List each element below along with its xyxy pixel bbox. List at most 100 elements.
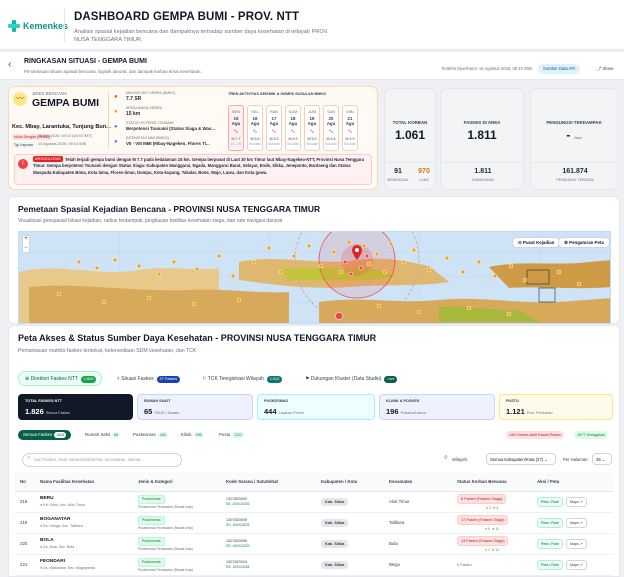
data-source-button[interactable]: Sumber Data API <box>538 64 581 74</box>
status-cell: 6 Pasien (Faskes Siaga) ● 2 ● 4 <box>452 491 532 513</box>
peta-rute-button[interactable]: Peta / Rute <box>537 538 563 549</box>
seismic-wave-icon: ∿ <box>252 129 258 135</box>
faskes-name[interactable]: FEONDARI <box>40 559 133 564</box>
column-header[interactable]: Kabupaten / Kota <box>316 473 384 492</box>
filter-4[interactable]: Klinik 196 <box>176 430 209 440</box>
column-header[interactable]: No <box>15 473 35 492</box>
aksi-cell: Peta / Rute Maps ↗ <box>532 491 613 513</box>
tab-2[interactable]: ⚕ Situasi Faskes 27 Faskes <box>110 371 186 386</box>
faskes-address-text: Ds. Kringa, Kec. Talibura <box>43 524 83 528</box>
day-name: RAB <box>269 109 279 114</box>
timeline-day[interactable]: SEN 15 Agu ∿ M 7.7 10 - 09 <box>228 105 244 151</box>
maps-button[interactable]: Maps ↗ <box>565 517 587 528</box>
kab-cell: Kab. Sikka <box>316 533 384 555</box>
faskes-card[interactable]: PUSTU 1.121 Pust. Pembantu <box>499 394 613 420</box>
faskes-card[interactable]: RUMAH SAKIT 65 RSUD / Swasta <box>137 394 253 420</box>
tab-icon: ⚑ <box>305 376 310 382</box>
column-header[interactable]: Aksi / Peta <box>532 473 613 492</box>
pusat-kejadian-button[interactable]: ⊙ Pusat Kejadian <box>512 237 561 248</box>
kode-cell: 1307820005 SS: 100024229 <box>221 533 316 555</box>
maps-button[interactable]: Maps ↗ <box>565 559 587 570</box>
filter-2[interactable]: Rumah Sakit 65 <box>80 430 126 440</box>
column-header[interactable]: Kode Sarana / SatuSehat <box>221 473 316 492</box>
stat-unit: Jiwa <box>573 135 582 140</box>
tab-1[interactable]: ⊕ Direktori Faskes NTT 1.826 <box>18 371 102 386</box>
pin-icon: ● <box>40 545 43 549</box>
report-date: 15 Agustus 2026, 09:10 WIB <box>38 142 87 146</box>
kabupaten-tag: Kab. Sikka <box>321 560 349 569</box>
target-icon: ⊙ <box>518 240 522 245</box>
wilayah-select[interactable]: Semua Kabupaten/Kota (27) ⌄ <box>486 453 556 465</box>
kategori-text: Puskesmas Perawatan (Rawat Inap) <box>138 546 194 551</box>
kabupaten-tag: Kab. Sikka <box>321 518 349 527</box>
faskes-card[interactable]: TOTAL FASKES NTT 1.826 Semua Faskes <box>18 394 133 420</box>
timeline-day[interactable]: MIN 21 Agu ∿ M 4.9 Susulan <box>342 105 358 151</box>
day-status: Susulan <box>248 142 262 146</box>
timeline-day[interactable]: JUM 19 Agu ∿ M 5.0 Susulan <box>304 105 320 151</box>
aktivitas-title: TREN AKTIVITAS SEISMIK & GEMPA SUSULAN B… <box>228 92 327 96</box>
day-date: 17 Agu <box>269 116 279 126</box>
maps-button[interactable]: Maps ↗ <box>565 496 587 507</box>
kategori-text: Puskesmas Perawatan (Rawat Inap) <box>138 504 194 509</box>
filter-count: 444 <box>157 432 168 438</box>
filter-5[interactable]: Pustu 1121 <box>214 430 249 440</box>
filter-3[interactable]: Puskesmas 444 <box>128 430 173 440</box>
faskes-card-title: KLINIK & POSKES <box>386 399 420 403</box>
timeline-day[interactable]: SEL 16 Agu ∿ M 5.5 Susulan <box>247 105 263 151</box>
filter-1[interactable]: Semua Faskes 1826 <box>18 430 72 440</box>
report-date-badge: Tgl Laporan <box>12 142 36 148</box>
peta-rute-button[interactable]: Peta / Rute <box>537 559 563 570</box>
faskes-card[interactable]: PUSKESMAS 444 Layanan Primer <box>257 394 375 420</box>
peta-rute-button[interactable]: Peta / Rute <box>537 496 563 507</box>
faskes-card-title: PUSTU <box>506 399 519 403</box>
jenis-bencana: GEMPA BUMI <box>32 97 100 109</box>
kemenkes-logo[interactable]: Kemenkes <box>8 20 68 32</box>
recovered-count: ● 12 <box>492 547 500 552</box>
faskes-name[interactable]: BOGANATAR <box>40 517 133 522</box>
health-cross-icon <box>8 20 20 32</box>
faskes-name[interactable]: BERU <box>40 496 133 501</box>
per-page-select[interactable]: 25 ⌄ <box>592 453 612 465</box>
table-row[interactable]: 218 BERU ● Kel. Beru, Kec. Alok Timur Pus… <box>15 491 613 513</box>
situation-bar: ‹ RINGKASAN SITUASI - GEMPA BUMI Pemanta… <box>0 52 624 80</box>
aksi-cell: Peta / Rute Maps ↗ <box>532 512 613 534</box>
filter-count: 1826 <box>54 432 67 438</box>
faskes-card-value: 196 Pratama/Utama <box>386 407 426 416</box>
row-number: 221 <box>15 554 35 576</box>
table-row[interactable]: 220 BOLA ● Ds. Bola, Kec. Bola Puskesmas P… <box>15 533 613 555</box>
stat-card: FASKES DI AREA 1.811 1.811 DISIAGAKAN <box>440 88 524 190</box>
row-number: 220 <box>15 533 35 555</box>
status-text: 0 Pasien <box>457 563 472 567</box>
faskes-name[interactable]: BOLA <box>40 538 133 543</box>
column-header[interactable]: Status Korban Bencana <box>452 473 532 492</box>
peta-rute-button[interactable]: Peta / Rute <box>537 517 563 528</box>
back-chevron-icon[interactable]: ‹ <box>8 59 11 70</box>
share-button[interactable]: ⤴ Share <box>592 64 619 74</box>
table-row[interactable]: 221 FEONDARI ● Ds. Watudiran, Kec. Magepa… <box>15 554 613 576</box>
tab-3[interactable]: ⚐ TCK Teregistrasi Wilayah 1.012 <box>195 371 291 386</box>
aksi-cell: Peta / Rute Maps ↗ <box>532 554 613 576</box>
maps-button[interactable]: Maps ↗ <box>565 538 587 549</box>
tab-4[interactable]: ⚑ Dukungan Kluster (Data Studio) Live <box>298 371 410 386</box>
faskes-card[interactable]: KLINIK & POSKES 196 Pratama/Utama <box>379 394 495 420</box>
kedalaman-label: KEDALAMAN GEMPA <box>126 106 162 110</box>
table-header-row: No Nama Fasilitas Kesehatan Jenis & Katego… <box>15 473 613 492</box>
timeline-day[interactable]: KAM 18 Agu ∿ M 4.9 Susulan <box>285 105 301 151</box>
table-row[interactable]: 219 BOGANATAR ● Ds. Kringa, Kec. Talibura… <box>15 512 613 534</box>
zoom-in-button[interactable]: + <box>22 235 30 244</box>
faskes-name-cell: BOLA ● Ds. Bola, Kec. Bola <box>35 533 133 555</box>
column-header[interactable]: Kecamatan <box>384 473 452 492</box>
status-cell: 0 Pasien <box>452 554 532 576</box>
timeline-day[interactable]: RAB 17 Agu ∿ M 5.3 Susulan <box>266 105 282 151</box>
day-date: 15 Agu <box>231 116 241 126</box>
timeline-day[interactable]: SAB 20 Agu ∿ M 4.6 Susulan <box>323 105 339 151</box>
column-header[interactable]: Jenis & Kategori <box>133 473 221 492</box>
tsunami-icon: ● <box>114 124 118 130</box>
chevron-down-icon: ⌄ <box>544 457 548 462</box>
column-header[interactable]: Nama Fasilitas Kesehatan <box>35 473 133 492</box>
stat-label: TOTAL KORBAN <box>392 120 428 125</box>
zoom-out-button[interactable]: − <box>22 244 30 253</box>
kategori-text: Puskesmas Perawatan (Rawat Inap) <box>138 567 194 572</box>
pengaturan-peta-button[interactable]: ⚙ Pengaturan Peta <box>558 237 610 248</box>
satusehat-code: SS: 100024229 <box>226 544 250 548</box>
